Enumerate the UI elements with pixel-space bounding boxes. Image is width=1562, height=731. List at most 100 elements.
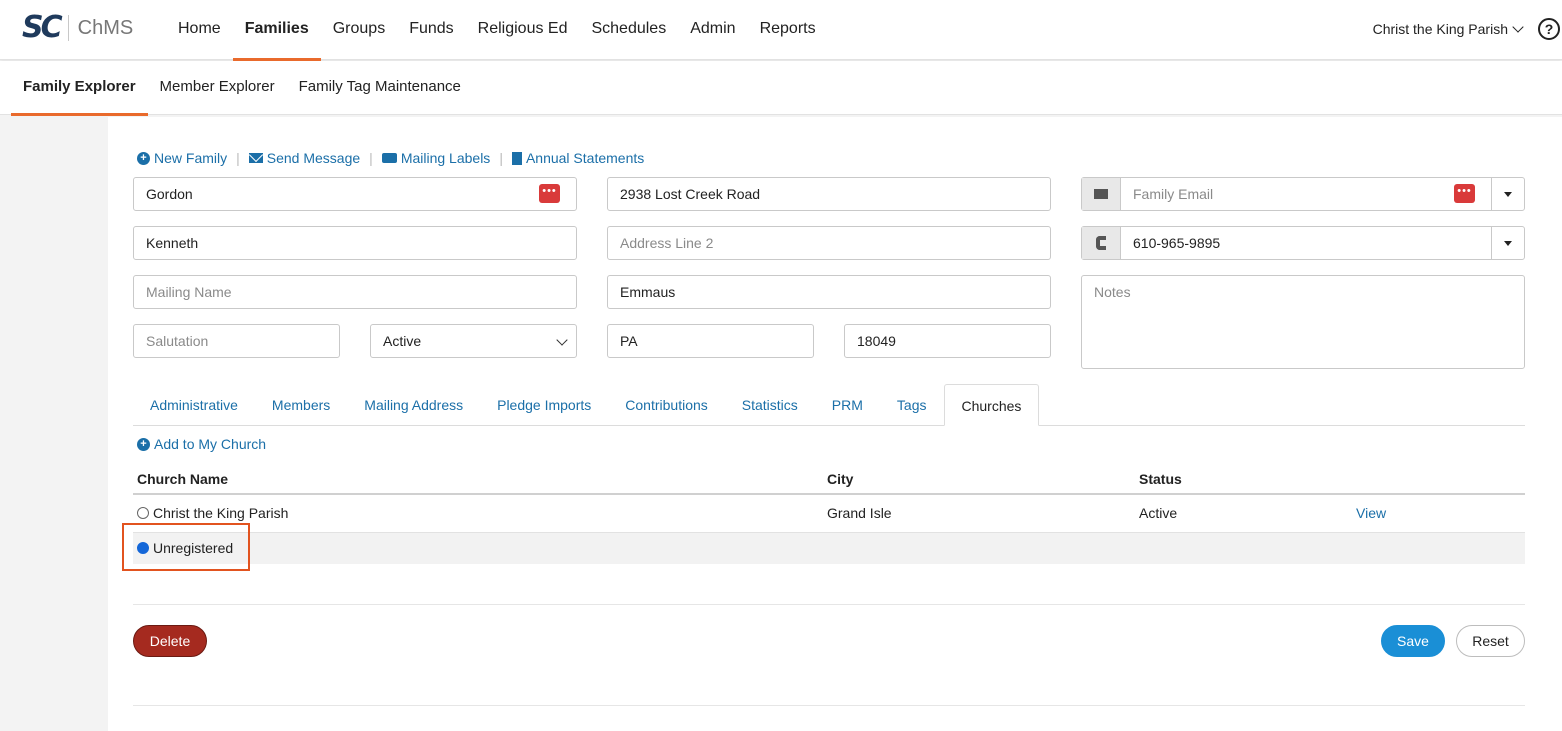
first-name-field[interactable]: Kenneth — [133, 226, 577, 260]
zip-field[interactable]: 18049 — [844, 324, 1051, 358]
nav-item-religious-ed[interactable]: Religious Ed — [466, 0, 580, 60]
plus-circle-icon: + — [137, 437, 150, 451]
churches-table: Church Name City Status Christ the King … — [133, 464, 1525, 564]
tab-members[interactable]: Members — [255, 384, 347, 426]
envelope-icon — [248, 153, 263, 163]
nav-item-reports[interactable]: Reports — [748, 0, 828, 60]
table-header-row: Church Name City Status — [133, 464, 1525, 495]
email-addon — [1082, 178, 1121, 210]
salutation-placeholder: Salutation — [146, 333, 209, 349]
church-status: Active — [1135, 494, 1352, 533]
zip-value: 18049 — [857, 333, 896, 349]
annual-statements-link[interactable]: Annual Statements — [511, 150, 644, 166]
table-row: Unregistered — [133, 532, 1525, 564]
help-icon[interactable]: ? — [1538, 18, 1560, 40]
notes-textarea[interactable]: Notes — [1081, 275, 1525, 369]
church-city: Grand Isle — [823, 494, 1135, 533]
delete-button[interactable]: Delete — [133, 625, 207, 657]
status-select[interactable]: Active — [370, 324, 577, 358]
last-name-field[interactable]: Gordon ••• — [133, 177, 577, 211]
family-email-field[interactable]: Family Email ••• — [1081, 177, 1525, 211]
top-navbar: SC ChMS Home Families Groups Funds Relig… — [0, 0, 1562, 61]
tab-administrative[interactable]: Administrative — [133, 384, 255, 426]
password-dots-icon[interactable]: ••• — [539, 184, 560, 203]
status-value: Active — [383, 333, 422, 349]
subnav-family-explorer[interactable]: Family Explorer — [11, 61, 148, 116]
document-icon — [511, 151, 522, 165]
divider — [133, 604, 1525, 605]
new-family-label: New Family — [154, 150, 228, 166]
add-to-my-church-link[interactable]: + Add to My Church — [137, 436, 266, 452]
salutation-field[interactable]: Salutation — [133, 324, 340, 358]
chevron-down-icon — [1512, 21, 1524, 33]
column-header-church-name: Church Name — [133, 464, 823, 495]
new-family-link[interactable]: + New Family — [137, 150, 227, 166]
app-logo[interactable]: SC ChMS — [22, 13, 133, 43]
envelope-icon — [1094, 189, 1108, 199]
divider: | — [369, 150, 373, 166]
phone-icon — [1096, 236, 1106, 250]
last-name-value: Gordon — [146, 186, 193, 202]
tab-contributions[interactable]: Contributions — [608, 384, 725, 426]
mailing-name-placeholder: Mailing Name — [146, 284, 232, 300]
phone-dropdown-button[interactable] — [1491, 227, 1524, 259]
tab-tags[interactable]: Tags — [880, 384, 944, 426]
tab-prm[interactable]: PRM — [815, 384, 880, 426]
address-line1-value: 2938 Lost Creek Road — [620, 186, 761, 202]
logo-divider — [67, 15, 69, 41]
view-church-link[interactable]: View — [1356, 505, 1386, 521]
tab-statistics[interactable]: Statistics — [725, 384, 815, 426]
family-tabs: Administrative Members Mailing Address P… — [133, 384, 1525, 426]
notes-placeholder: Notes — [1094, 284, 1131, 300]
parish-name: Christ the King Parish — [1372, 21, 1508, 37]
divider: | — [236, 150, 240, 166]
divider: | — [499, 150, 503, 166]
selection-highlight-box — [122, 523, 250, 571]
subnav-family-tag-maintenance[interactable]: Family Tag Maintenance — [287, 61, 473, 115]
send-message-label: Send Message — [266, 150, 361, 166]
column-header-action — [1352, 464, 1525, 495]
state-value: PA — [620, 333, 638, 349]
password-dots-icon[interactable]: ••• — [1454, 184, 1475, 203]
city-field[interactable]: Emmaus — [607, 275, 1051, 309]
mailing-name-field[interactable]: Mailing Name — [133, 275, 577, 309]
sub-nav: Family Explorer Member Explorer Family T… — [0, 61, 1562, 116]
logo-text: ChMS — [77, 17, 134, 39]
reset-button[interactable]: Reset — [1456, 625, 1525, 657]
nav-item-funds[interactable]: Funds — [397, 0, 465, 60]
parish-selector[interactable]: Christ the King Parish — [1372, 0, 1524, 60]
tab-mailing-address[interactable]: Mailing Address — [347, 384, 480, 426]
tab-churches[interactable]: Churches — [943, 384, 1040, 426]
nav-item-home[interactable]: Home — [166, 0, 233, 60]
email-dropdown-button[interactable] — [1491, 178, 1524, 210]
save-button[interactable]: Save — [1381, 625, 1445, 657]
view-church-cell — [1352, 532, 1525, 564]
main-content: + New Family | Send Message | Mailing Lab… — [108, 117, 1562, 731]
subnav-member-explorer[interactable]: Member Explorer — [148, 61, 287, 115]
address-line1-field[interactable]: 2938 Lost Creek Road — [607, 177, 1051, 211]
phone-field[interactable]: 610-965-9895 — [1081, 226, 1525, 260]
nav-item-schedules[interactable]: Schedules — [579, 0, 678, 60]
mailing-labels-label: Mailing Labels — [400, 150, 491, 166]
nav-item-admin[interactable]: Admin — [678, 0, 747, 60]
send-message-link[interactable]: Send Message — [248, 150, 361, 166]
divider — [133, 705, 1525, 706]
address-line2-field[interactable]: Address Line 2 — [607, 226, 1051, 260]
main-nav: Home Families Groups Funds Religious Ed … — [166, 0, 828, 61]
column-header-status: Status — [1135, 464, 1352, 495]
add-to-my-church-label: Add to My Church — [154, 436, 267, 452]
phone-value: 610-965-9895 — [1133, 235, 1221, 251]
city-value: Emmaus — [620, 284, 676, 300]
tab-pledge-imports[interactable]: Pledge Imports — [480, 384, 608, 426]
table-row: Christ the King Parish Grand Isle Active… — [133, 494, 1525, 533]
nav-item-groups[interactable]: Groups — [321, 0, 397, 60]
phone-addon — [1082, 227, 1121, 259]
address-card-icon — [381, 153, 397, 163]
nav-item-families[interactable]: Families — [232, 0, 321, 61]
action-links: + New Family | Send Message | Mailing Lab… — [137, 150, 644, 166]
church-status — [1135, 532, 1352, 564]
church-radio-button[interactable] — [137, 507, 149, 520]
state-field[interactable]: PA — [607, 324, 814, 358]
family-email-placeholder: Family Email — [1133, 186, 1214, 202]
mailing-labels-link[interactable]: Mailing Labels — [381, 150, 491, 166]
